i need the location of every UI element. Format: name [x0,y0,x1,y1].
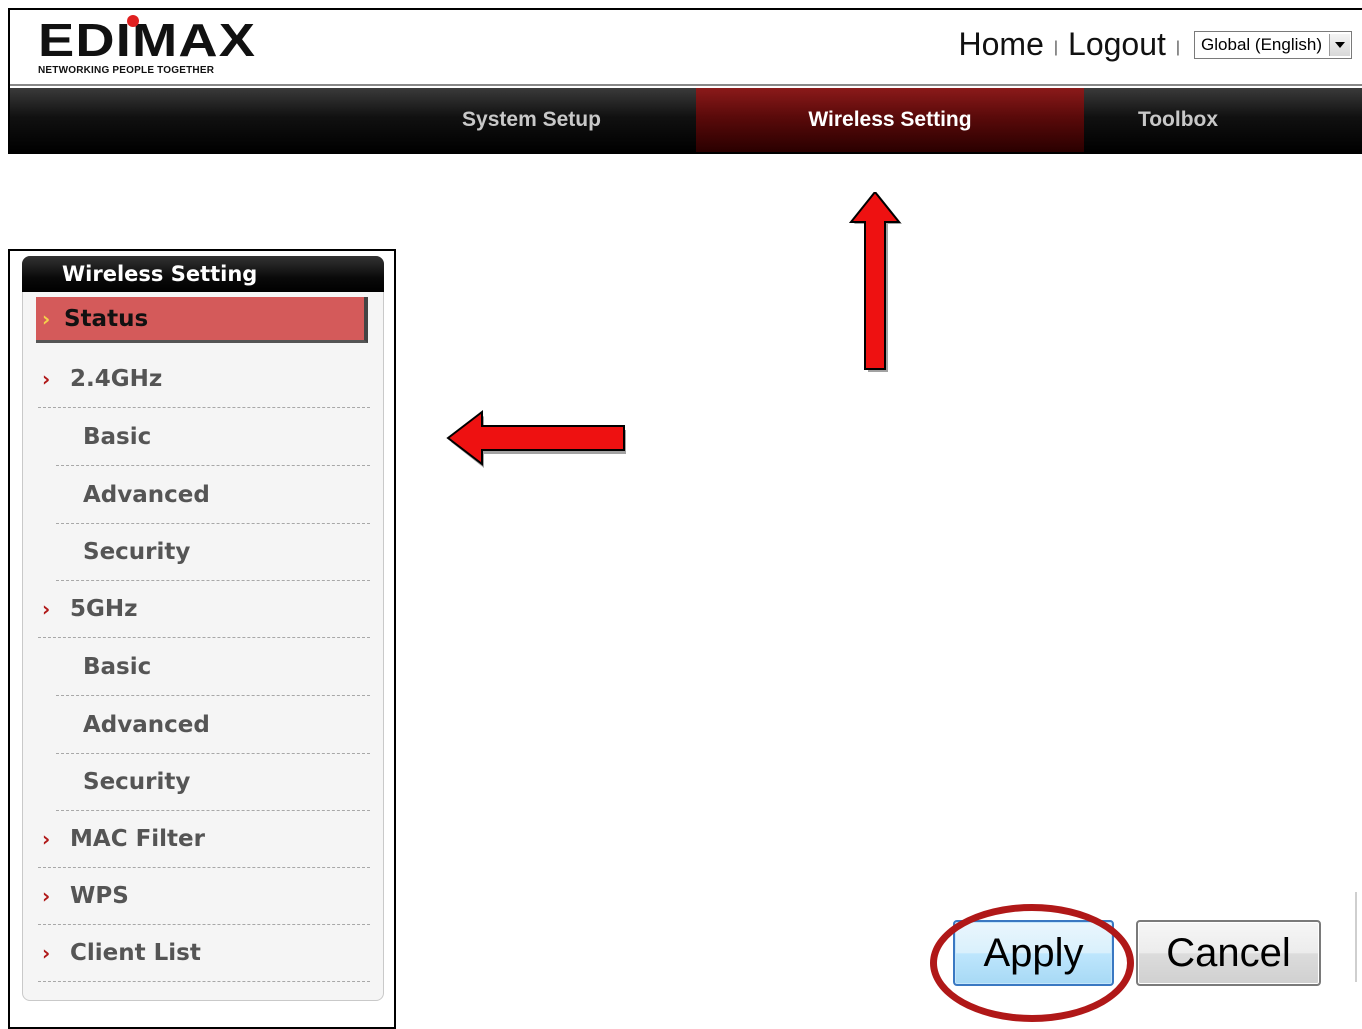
edimax-logo: EDIMAX NETWORKING PEOPLE TOGETHER [38,15,255,76]
sidebar-item-label: Security [83,538,191,565]
sidebar-item-label: WPS [70,882,129,909]
apply-button[interactable]: Apply [953,920,1114,986]
sidebar-item-wps[interactable]: › WPS [38,867,370,925]
sidebar-item-label: MAC Filter [70,825,205,852]
chevron-right-icon: › [42,883,51,908]
chevron-right-icon: › [42,366,51,391]
sidebar-item-5ghz-advanced[interactable]: Advanced [56,696,370,754]
main-nav: System Setup Wireless Setting Toolbox [10,88,1362,152]
sidebar-item-label: Basic [83,653,152,680]
logo-tagline: NETWORKING PEOPLE TOGETHER [38,65,215,76]
sidebar-item-5ghz-security[interactable]: Security [56,753,370,811]
red-arrow-icon [848,192,902,372]
scrollbar-edge [1355,892,1357,982]
logo-text: EDIMAX [38,14,257,66]
red-arrow-icon [446,409,626,468]
chevron-right-icon: › [42,306,51,331]
tab-system-setup[interactable]: System Setup [430,88,633,152]
sidebar-item-label: Advanced [83,711,210,738]
sidebar-item-label: Client List [70,939,201,966]
link-separator: | [1175,38,1181,56]
sidebar-item-2-4ghz-security[interactable]: Security [56,523,370,581]
sidebar-item-5ghz-basic[interactable]: Basic [56,638,370,696]
header-divider [10,84,1362,86]
language-select[interactable]: Global (English) [1194,30,1352,59]
language-value: Global (English) [1201,34,1322,54]
sidebar-item-label: 5GHz [70,595,138,622]
sidebar-item-2-4ghz[interactable]: › 2.4GHz [38,350,370,408]
sidebar-item-2-4ghz-basic[interactable]: Basic [56,408,370,466]
chevron-right-icon: › [42,940,51,965]
tab-toolbox[interactable]: Toolbox [1084,88,1272,152]
sidebar-item-2-4ghz-advanced[interactable]: Advanced [56,466,370,524]
sidebar-item-label: Status [64,305,149,332]
dropdown-arrow-icon[interactable] [1329,33,1350,56]
sidebar-item-5ghz[interactable]: › 5GHz [38,580,370,638]
sidebar-title: Wireless Setting [22,256,384,292]
sidebar-item-status[interactable]: › Status [36,297,368,343]
link-separator: | [1053,38,1059,56]
sidebar-item-label: Advanced [83,481,210,508]
home-link[interactable]: Home [959,26,1044,63]
chevron-right-icon: › [42,826,51,851]
chevron-right-icon: › [42,596,51,621]
logo-dot [127,15,139,27]
cancel-button[interactable]: Cancel [1136,920,1321,986]
logout-link[interactable]: Logout [1068,26,1166,63]
tab-wireless-setting[interactable]: Wireless Setting [696,88,1084,152]
sidebar-item-label: 2.4GHz [70,365,163,392]
sidebar-item-label: Security [83,768,191,795]
top-links: Home | Logout | Global (English) [959,26,1352,63]
sidebar-item-client-list[interactable]: › Client List [38,924,370,982]
sidebar-item-label: Basic [83,423,152,450]
sidebar-item-mac-filter[interactable]: › MAC Filter [38,810,370,868]
